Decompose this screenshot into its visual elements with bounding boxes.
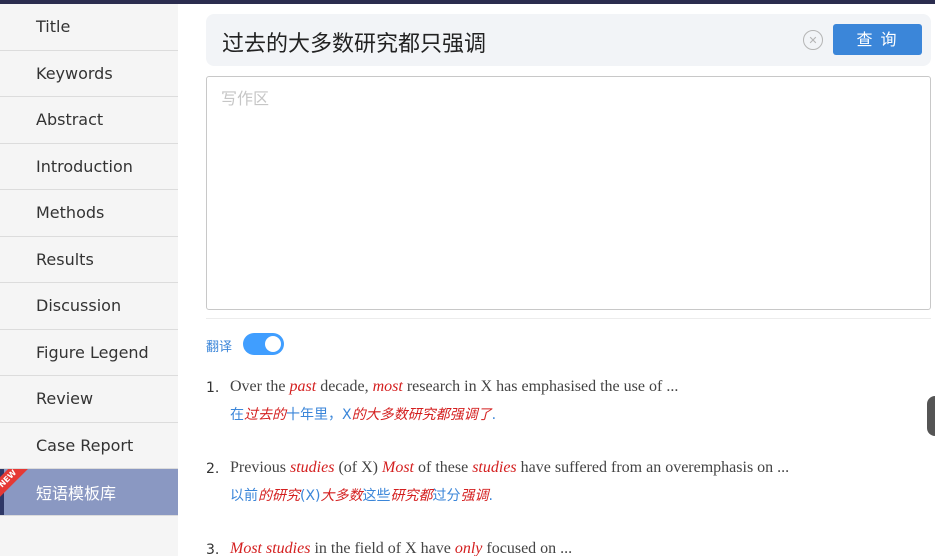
sidebar-item-label: Discussion	[36, 296, 122, 316]
text-segment: in the field of X have	[310, 540, 455, 556]
text-segment: 在	[230, 407, 244, 423]
sidebar-item[interactable]: Introduction	[0, 143, 178, 190]
sidebar-item-label: Review	[36, 389, 94, 409]
translate-label: 翻译	[206, 340, 233, 355]
text-segment: 十年里，X	[286, 407, 352, 423]
sidebar-item[interactable]: Figure Legend	[0, 329, 178, 376]
new-badge: NEW	[0, 469, 30, 499]
sidebar-item[interactable]: NEW 短语模板库	[0, 469, 178, 516]
text-segment: have suffered from an overemphasis on ..…	[516, 459, 790, 476]
phrase-translation: 以前的研究(X)大多数这些研究都过分强调.	[230, 485, 493, 505]
sidebar-item-label: Figure Legend	[36, 342, 149, 362]
sidebar-item[interactable]: Keywords	[0, 50, 178, 97]
sidebar-item[interactable]: Discussion	[0, 283, 178, 330]
text-segment: 过分	[432, 488, 461, 504]
highlight-segment: only	[454, 540, 483, 556]
text-segment: 这些	[362, 488, 391, 504]
phrase-number: 3.	[206, 542, 220, 556]
sidebar: Title Keywords Abstract Introduction Methods…	[0, 4, 178, 556]
highlight-segment: 强调	[460, 488, 489, 504]
sidebar-item-label: Title	[36, 17, 71, 37]
sidebar-item-label: Case Report	[36, 435, 134, 455]
toggle-knob	[265, 336, 281, 352]
sidebar-item[interactable]: Abstract	[0, 97, 178, 144]
translate-toggle[interactable]	[243, 333, 284, 355]
text-segment: 以前	[230, 488, 258, 504]
highlight-segment: past	[289, 378, 317, 395]
text-segment: of these	[414, 459, 473, 476]
phrase-number: 2.	[206, 461, 220, 477]
highlight-segment: 大多数	[320, 488, 363, 504]
highlight-segment: studies	[472, 459, 517, 476]
highlight-segment: 研究都	[390, 488, 433, 504]
highlight-segment: most	[372, 378, 403, 395]
writing-area[interactable]	[206, 76, 931, 310]
sidebar-item[interactable]: Review	[0, 376, 178, 423]
phrase-number: 1.	[206, 380, 220, 396]
text-segment: (X)	[300, 488, 321, 504]
sidebar-item-label: Results	[36, 249, 94, 269]
sidebar-item-label: Methods	[36, 203, 105, 223]
text-segment: .	[491, 407, 497, 423]
close-circle-icon[interactable]: ✕	[803, 30, 823, 50]
highlight-segment: 的大多数研究都强调了	[351, 407, 492, 423]
highlight-segment: Most	[382, 459, 414, 476]
scroll-handle[interactable]	[927, 396, 935, 436]
sidebar-item[interactable]: Methods	[0, 190, 178, 237]
phrase-english: Previous studies (of X) Most of these st…	[230, 459, 789, 477]
text-segment: Previous	[230, 459, 290, 476]
text-segment: research in X has emphasised the use of …	[402, 378, 679, 395]
highlight-segment: Most studies	[230, 540, 311, 556]
phrase-translation: 在过去的十年里，X的大多数研究都强调了.	[230, 404, 496, 424]
sidebar-item-label: 短语模板库	[36, 483, 117, 503]
sidebar-item[interactable]: Title	[0, 4, 178, 51]
phrase-english: Over the past decade, most research in X…	[230, 378, 678, 396]
highlight-segment: 过去的	[244, 407, 286, 423]
sidebar-item[interactable]: Case Report	[0, 422, 178, 469]
sidebar-item-label: Keywords	[36, 63, 113, 83]
highlight-segment: 的研究	[258, 488, 300, 504]
divider	[206, 318, 931, 319]
sidebar-item[interactable]: Results	[0, 236, 178, 283]
phrase-english: Most studies in the field of X have only…	[230, 540, 572, 556]
search-bar: 过去的大多数研究都只强调 ✕ 查询	[206, 14, 931, 66]
new-badge-label: NEW	[0, 469, 29, 499]
sidebar-item-label: Abstract	[36, 110, 104, 130]
sidebar-item-label: Introduction	[36, 156, 133, 176]
search-input[interactable]: 过去的大多数研究都只强调	[222, 26, 486, 58]
highlight-segment: studies	[290, 459, 335, 476]
text-segment: Over the	[230, 378, 290, 395]
text-segment: .	[488, 488, 493, 504]
text-segment: decade,	[316, 378, 373, 395]
text-segment: focused on ...	[482, 540, 573, 556]
query-button[interactable]: 查询	[833, 24, 922, 55]
text-segment: (of X)	[334, 459, 382, 476]
